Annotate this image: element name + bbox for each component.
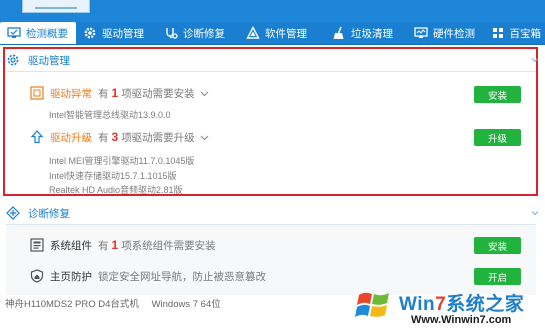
expand-chevron-icon[interactable] xyxy=(200,133,209,142)
toolbox-icon xyxy=(491,25,506,41)
diag-section-header[interactable]: 诊断修复 xyxy=(6,203,70,223)
gear-icon xyxy=(82,25,98,41)
section-title: 驱动管理 xyxy=(28,54,70,67)
install-components-button[interactable]: 安装 xyxy=(474,237,521,254)
brand-part: 系统之家 xyxy=(446,294,525,315)
tab-diagnose-repair[interactable]: 诊断修复 xyxy=(157,22,239,44)
homepage-protect-row: 主页防护 锁定安全网址导航，防止被恶意篡改 xyxy=(30,268,266,284)
software-triangle-icon xyxy=(245,25,261,41)
upgrade-detail: Intel MEI管理引擎驱动11.7.0.1045版 xyxy=(49,156,195,166)
tab-label: 硬件检测 xyxy=(433,27,475,40)
upgrade-title: 驱动升级 xyxy=(50,131,92,144)
homepage-desc: 锁定安全网址导航，防止被恶意篡改 xyxy=(98,270,266,283)
tab-label: 驱动管理 xyxy=(102,27,144,40)
upgrade-driver-button[interactable]: 升级 xyxy=(474,129,521,146)
abnormal-detail: Intel智能管理总线驱动13.9.0.0 xyxy=(49,110,171,120)
system-components-row: 系统组件 有 1 项系统组件需要安装 xyxy=(30,237,216,253)
brand-part: Win xyxy=(399,294,436,315)
watermark-url: Www.Winwin7.com xyxy=(411,314,512,326)
windows-flag-icon xyxy=(355,292,389,317)
tab-label: 百宝箱 xyxy=(509,27,542,40)
expand-chevron-icon[interactable] xyxy=(200,89,209,98)
section-title: 诊断修复 xyxy=(28,207,70,220)
components-prefix: 有 xyxy=(98,239,109,252)
main-tab-bar: 检测概要 驱动管理 诊断修复 软件管理 垃圾清理 硬件检测 百宝箱 xyxy=(0,22,545,45)
status-footer: 神舟H110MDS2 PRO D4台式机 Windows 7 64位 xyxy=(5,296,221,310)
collapse-chevron-icon[interactable] xyxy=(531,56,539,64)
collapse-chevron-icon[interactable] xyxy=(531,209,539,217)
upgrade-detail: Realtek HD Audio音频驱动2.81版 xyxy=(49,185,183,195)
install-driver-button[interactable]: 安装 xyxy=(474,86,521,103)
stethoscope-icon xyxy=(163,25,179,41)
upgrade-prefix: 有 xyxy=(98,131,109,144)
upgrade-detail: Intel快速存储驱动15.7.1.1015版 xyxy=(49,171,177,181)
tab-overview[interactable]: 检测概要 xyxy=(0,22,76,44)
app-logo xyxy=(22,0,90,13)
gear-icon xyxy=(6,53,20,67)
upload-arrow-icon xyxy=(30,130,44,144)
broom-icon xyxy=(331,25,347,41)
driver-warning-icon xyxy=(30,86,44,100)
abnormal-count: 1 xyxy=(111,86,119,100)
brand-part: 7 xyxy=(435,294,447,315)
abnormal-title: 驱动异常 xyxy=(50,87,92,100)
components-title: 系统组件 xyxy=(50,239,92,252)
abnormal-prefix: 有 xyxy=(98,87,109,100)
abnormal-suffix: 项驱动需要安装 xyxy=(121,87,195,100)
upgrade-count: 3 xyxy=(111,130,119,144)
system-component-icon xyxy=(30,238,44,252)
monitor-check-icon xyxy=(6,25,22,41)
enable-homepage-protection-button[interactable]: 开启 xyxy=(474,268,521,285)
watermark: Win7系统之家 Www.Winwin7.com xyxy=(355,285,545,335)
hardware-monitor-icon xyxy=(413,25,429,41)
tab-junk-cleanup[interactable]: 垃圾清理 xyxy=(325,22,407,44)
tab-label: 软件管理 xyxy=(265,27,307,40)
watermark-brand: Win7系统之家 xyxy=(399,289,524,316)
components-suffix: 项系统组件需要安装 xyxy=(121,239,216,252)
tab-hardware-check[interactable]: 硬件检测 xyxy=(407,22,485,44)
driver-upgrade-row: 驱动升级 有 3 项驱动需要升级 xyxy=(30,129,209,145)
machine-model: 神舟H110MDS2 PRO D4台式机 xyxy=(5,299,139,310)
components-count: 1 xyxy=(111,238,119,252)
diag-cross-icon xyxy=(6,206,20,220)
driver-section-header[interactable]: 驱动管理 xyxy=(6,50,70,70)
shield-home-icon xyxy=(30,269,44,283)
tab-label: 诊断修复 xyxy=(183,27,225,40)
tab-label: 垃圾清理 xyxy=(351,27,393,40)
homepage-title: 主页防护 xyxy=(50,270,92,283)
tab-label: 检测概要 xyxy=(26,27,68,40)
tab-driver-management[interactable]: 驱动管理 xyxy=(76,22,157,44)
tab-software-management[interactable]: 软件管理 xyxy=(239,22,325,44)
os-version: Windows 7 64位 xyxy=(151,299,221,310)
section-divider xyxy=(6,71,536,72)
driver-abnormal-row: 驱动异常 有 1 项驱动需要安装 xyxy=(30,85,209,101)
title-bar xyxy=(0,0,545,22)
tab-toolbox[interactable]: 百宝箱 xyxy=(485,22,545,44)
upgrade-suffix: 项驱动需要升级 xyxy=(121,131,195,144)
